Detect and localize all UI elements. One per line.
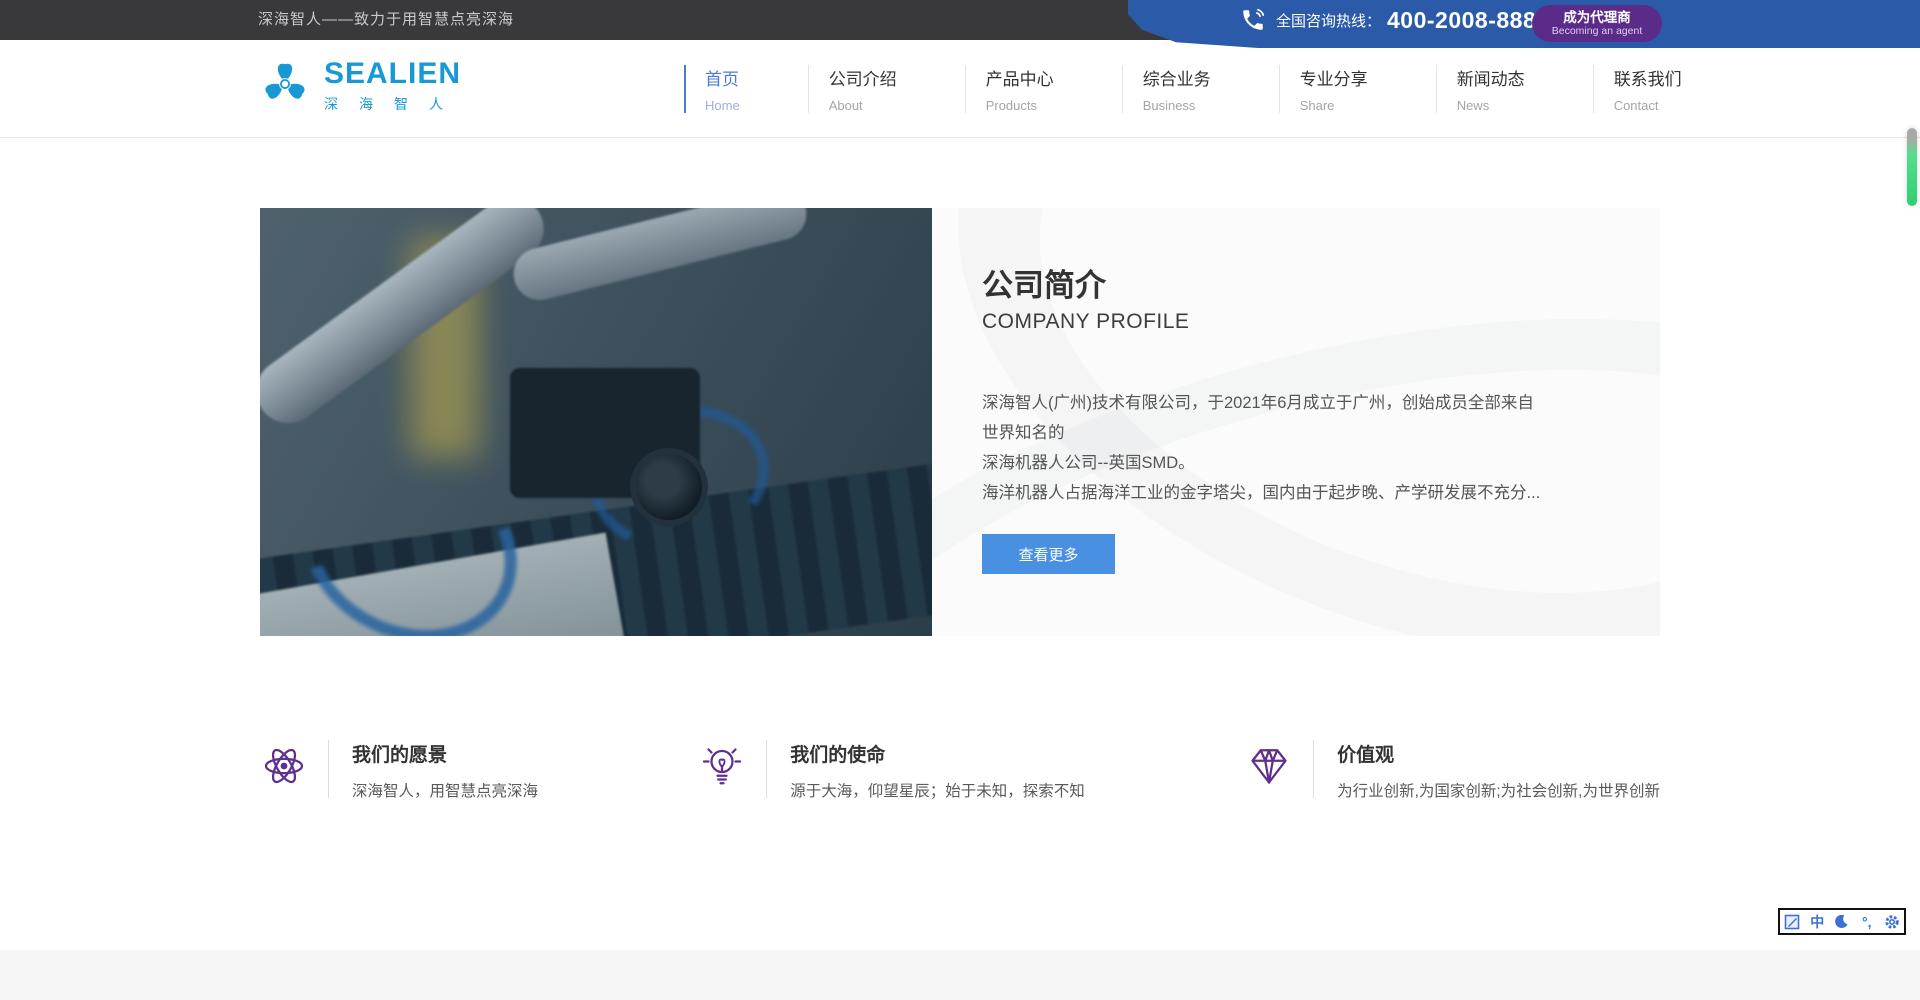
punctuation-icon[interactable]: °, <box>1857 912 1877 932</box>
company-profile-section: 公司简介 COMPANY PROFILE 深海智人(广州)技术有限公司，于202… <box>260 208 1660 636</box>
profile-paragraph: 深海智人(广州)技术有限公司，于2021年6月成立于广州，创始成员全部来自世界知… <box>982 388 1542 448</box>
become-agent-button[interactable]: 成为代理商 Becoming an agent <box>1532 5 1662 42</box>
hotline-number: 400-2008-888 <box>1387 7 1536 34</box>
nav-item-news[interactable]: 新闻动态 News <box>1436 65 1525 113</box>
accessibility-toolbar: 中 °, <box>1778 908 1906 935</box>
profile-paragraph: 深海机器人公司--英国SMD。 <box>982 448 1542 478</box>
nav-label-zh: 公司介绍 <box>829 65 897 90</box>
diamond-icon <box>1245 742 1293 790</box>
features-row: 我们的愿景 深海智人，用智慧点亮深海 <box>260 740 1660 801</box>
nav-item-about[interactable]: 公司介绍 About <box>808 65 897 113</box>
divider <box>766 740 767 798</box>
profile-title-en: COMPANY PROFILE <box>982 310 1189 334</box>
feature-text: 我们的使命 源于大海，仰望星辰；始于未知，探索不知 <box>790 740 1085 801</box>
nav-item-contact[interactable]: 联系我们 Contact <box>1593 65 1682 113</box>
feature-title: 我们的愿景 <box>352 740 538 767</box>
divider <box>1313 740 1314 798</box>
view-more-button[interactable]: 查看更多 <box>982 534 1115 574</box>
nav-label-zh: 首页 <box>705 65 740 90</box>
divider <box>328 740 329 798</box>
nav-item-share[interactable]: 专业分享 Share <box>1279 65 1368 113</box>
nav-label-en: Home <box>705 98 740 113</box>
feature-vision: 我们的愿景 深海智人，用智慧点亮深海 <box>260 740 538 801</box>
logo-text: SEALIEN 深海智人 <box>324 59 464 114</box>
settings-gear-icon[interactable] <box>1882 912 1902 932</box>
become-agent-label-en: Becoming an agent <box>1552 25 1642 37</box>
nav-item-home[interactable]: 首页 Home <box>684 65 740 113</box>
feature-values: 价值观 为行业创新,为国家创新;为社会创新,为世界创新 <box>1245 740 1660 801</box>
become-agent-label-zh: 成为代理商 <box>1563 10 1631 26</box>
next-section-strip <box>0 950 1920 1000</box>
nav-label-en: Products <box>986 98 1054 113</box>
propeller-logo-icon <box>256 55 314 118</box>
feature-title: 价值观 <box>1337 740 1660 767</box>
chinese-lang-icon[interactable]: 中 <box>1807 912 1827 932</box>
nav-label-zh: 联系我们 <box>1614 65 1682 90</box>
site-slogan: 深海智人——致力于用智慧点亮深海 <box>258 0 514 40</box>
atom-icon <box>260 742 308 790</box>
feature-text: 价值观 为行业创新,为国家创新;为社会创新,为世界创新 <box>1337 740 1660 801</box>
hotline: 全国咨询热线： 400-2008-888 <box>1240 0 1536 40</box>
logo-subtitle: 深海智人 <box>324 94 464 114</box>
nav-label-en: News <box>1457 98 1525 113</box>
hotline-label: 全国咨询热线： <box>1276 10 1381 31</box>
profile-text: 深海智人(广州)技术有限公司，于2021年6月成立于广州，创始成员全部来自世界知… <box>982 388 1542 508</box>
feature-desc: 源于大海，仰望星辰；始于未知，探索不知 <box>790 779 1085 801</box>
moon-icon[interactable] <box>1832 912 1852 932</box>
nav-label-en: Contact <box>1614 98 1682 113</box>
nav-label-zh: 产品中心 <box>986 65 1054 90</box>
main-header: SEALIEN 深海智人 首页 Home 公司介绍 About 产品中心 Pro… <box>0 40 1920 138</box>
nav-label-zh: 综合业务 <box>1143 65 1211 90</box>
nav-label-en: Business <box>1143 98 1211 113</box>
hotline-ribbon: 全国咨询热线： 400-2008-888 成为代理商 Becoming an a… <box>1128 0 1920 48</box>
main-nav: 首页 Home 公司介绍 About 产品中心 Products 综合业务 Bu… <box>684 40 1682 138</box>
edit-check-icon[interactable] <box>1782 912 1802 932</box>
feature-mission: 我们的使命 源于大海，仰望星辰；始于未知，探索不知 <box>698 740 1085 801</box>
profile-title-zh: 公司简介 <box>982 260 1106 305</box>
feature-desc: 为行业创新,为国家创新;为社会创新,为世界创新 <box>1337 779 1660 801</box>
profile-paragraph: 海洋机器人占据海洋工业的金字塔尖，国内由于起步晚、产学研发展不充分... <box>982 478 1542 508</box>
nav-label-zh: 专业分享 <box>1300 65 1368 90</box>
nav-label-en: About <box>829 98 897 113</box>
feature-desc: 深海智人，用智慧点亮深海 <box>352 779 538 801</box>
nav-item-products[interactable]: 产品中心 Products <box>965 65 1054 113</box>
nav-label-en: Share <box>1300 98 1368 113</box>
nav-label-zh: 新闻动态 <box>1457 65 1525 90</box>
lightbulb-icon <box>698 742 746 790</box>
scrollbar-thumb[interactable] <box>1907 128 1917 206</box>
company-profile-panel: 公司简介 COMPANY PROFILE 深海智人(广州)技术有限公司，于202… <box>932 208 1660 636</box>
phone-icon <box>1240 7 1266 33</box>
feature-title: 我们的使命 <box>790 740 1085 767</box>
feature-text: 我们的愿景 深海智人，用智慧点亮深海 <box>352 740 538 801</box>
nav-item-business[interactable]: 综合业务 Business <box>1122 65 1211 113</box>
logo[interactable]: SEALIEN 深海智人 <box>256 55 464 118</box>
robot-arm-photo <box>260 208 932 636</box>
logo-name: SEALIEN <box>324 59 464 89</box>
page: 深海智人——致力于用智慧点亮深海 全国咨询热线： 400-2008-888 成为… <box>0 0 1920 1000</box>
